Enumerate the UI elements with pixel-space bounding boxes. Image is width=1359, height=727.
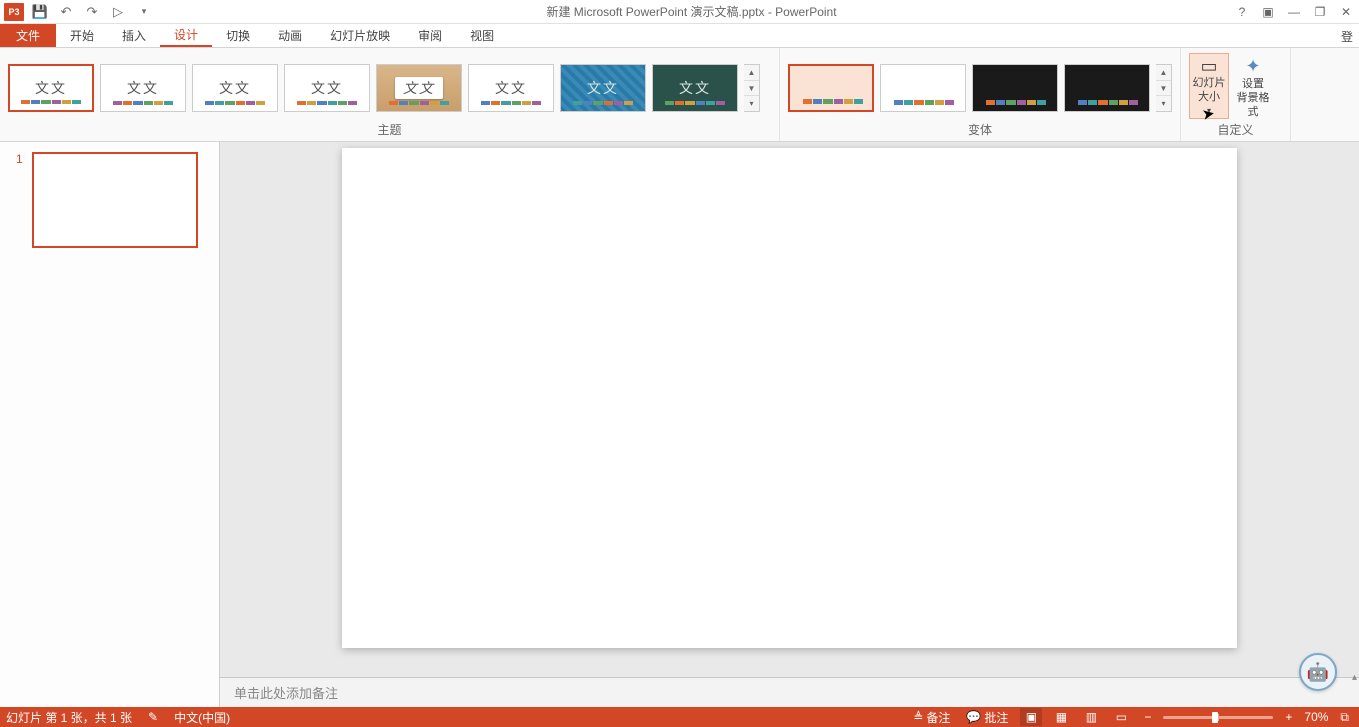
group-label-themes: 主题 (0, 121, 779, 141)
variants-gallery: ▲ ▼ ▾ (780, 48, 1180, 121)
group-themes: 文文 文文 文文 文文 文文 文文 文文 文文 ▲ ▼ ▾ 主题 (0, 48, 780, 141)
themes-gallery-scroller: ▲ ▼ ▾ (744, 64, 760, 112)
title-bar: P3 💾 ↶ ↷ ▷ ▾ 新建 Microsoft PowerPoint 演示文… (0, 0, 1359, 24)
normal-view-button[interactable]: ▣ (1020, 708, 1042, 726)
notes-toggle-button[interactable]: ≜备注 (909, 707, 954, 727)
ribbon-tabs: 文件 开始 插入 设计 切换 动画 幻灯片放映 审阅 视图 登 (0, 24, 1359, 48)
group-label-variants: 变体 (780, 121, 1180, 141)
sign-in-link[interactable]: 登 (1341, 28, 1353, 45)
variant-item[interactable] (972, 64, 1058, 112)
fit-to-window-button[interactable]: ⧉ (1336, 707, 1353, 727)
slide-number: 1 (16, 152, 26, 248)
language-status[interactable]: 中文(中国) (174, 709, 230, 726)
zoom-level[interactable]: 70% (1304, 710, 1328, 724)
format-background-button[interactable]: ✦ 设置 背景格式 (1233, 53, 1273, 119)
themes-gallery: 文文 文文 文文 文文 文文 文文 文文 文文 ▲ ▼ ▾ (0, 48, 779, 121)
slide-canvas-area[interactable] (220, 142, 1359, 677)
slide-canvas[interactable] (342, 148, 1237, 648)
gallery-expand[interactable]: ▾ (744, 95, 759, 110)
group-customize: ▭ 幻灯片 大小 ▾ ✦ 设置 背景格式 自定义 (1181, 48, 1291, 141)
start-slideshow-button[interactable]: ▷ (108, 2, 128, 22)
theme-item[interactable]: 文文 (100, 64, 186, 112)
variant-item[interactable] (880, 64, 966, 112)
tab-home[interactable]: 开始 (56, 24, 108, 47)
assistant-avatar[interactable]: 🤖 (1299, 653, 1337, 691)
format-background-label: 设置 背景格式 (1233, 77, 1273, 119)
slide-size-button[interactable]: ▭ 幻灯片 大小 ▾ (1189, 53, 1229, 119)
slide-size-label: 幻灯片 大小 (1193, 76, 1226, 104)
group-label-customize: 自定义 (1181, 121, 1290, 141)
gallery-scroll-down[interactable]: ▼ (1156, 80, 1171, 95)
notes-pane[interactable]: 单击此处添加备注 ▴ (220, 677, 1359, 707)
zoom-slider[interactable] (1163, 716, 1273, 719)
tab-design[interactable]: 设计 (160, 24, 212, 47)
window-controls: ? ▣ — ❐ ✕ (1229, 1, 1359, 23)
tab-view[interactable]: 视图 (456, 24, 508, 47)
tab-slideshow[interactable]: 幻灯片放映 (316, 24, 404, 47)
slide-thumbnail[interactable] (32, 152, 198, 248)
tab-review[interactable]: 审阅 (404, 24, 456, 47)
ribbon: 文文 文文 文文 文文 文文 文文 文文 文文 ▲ ▼ ▾ 主题 ▲ (0, 48, 1359, 142)
help-button[interactable]: ? (1229, 1, 1255, 23)
quick-access-toolbar: P3 💾 ↶ ↷ ▷ ▾ (0, 2, 154, 22)
app-icon: P3 (4, 3, 24, 21)
tab-file[interactable]: 文件 (0, 24, 56, 47)
slideshow-view-button[interactable]: ▭ (1110, 708, 1132, 726)
notes-icon: ≜ (913, 710, 923, 724)
slide-size-icon: ▭ (1198, 58, 1220, 74)
ribbon-display-options-button[interactable]: ▣ (1255, 1, 1281, 23)
restore-button[interactable]: ❐ (1307, 1, 1333, 23)
slide-thumbnail-item[interactable]: 1 (16, 152, 219, 248)
editor-area: 单击此处添加备注 ▴ (220, 142, 1359, 707)
theme-office[interactable]: 文文 (8, 64, 94, 112)
theme-item[interactable]: 文文 (284, 64, 370, 112)
save-button[interactable]: 💾 (30, 2, 50, 22)
undo-button[interactable]: ↶ (56, 2, 76, 22)
qat-more-button[interactable]: ▾ (134, 2, 154, 22)
gallery-expand[interactable]: ▾ (1156, 95, 1171, 110)
zoom-out-button[interactable]: − (1140, 707, 1155, 727)
comments-icon: 💬 (966, 710, 981, 724)
gallery-scroll-down[interactable]: ▼ (744, 80, 759, 95)
gallery-scroll-up[interactable]: ▲ (744, 65, 759, 80)
tab-transitions[interactable]: 切换 (212, 24, 264, 47)
slide-count-status: 幻灯片 第 1 张，共 1 张 (6, 709, 132, 726)
slide-thumbnail-panel[interactable]: 1 (0, 142, 220, 707)
reading-view-button[interactable]: ▥ (1080, 708, 1102, 726)
theme-item[interactable]: 文文 (376, 64, 462, 112)
status-bar: 幻灯片 第 1 张，共 1 张 ✎ 中文(中国) ≜备注 💬批注 ▣ ▦ ▥ ▭… (0, 707, 1359, 727)
gallery-scroll-up[interactable]: ▲ (1156, 65, 1171, 80)
theme-item[interactable]: 文文 (652, 64, 738, 112)
variant-item[interactable] (1064, 64, 1150, 112)
notes-resize-handle[interactable]: ▴ (1352, 672, 1357, 683)
workspace: 1 单击此处添加备注 ▴ (0, 142, 1359, 707)
assistant-face-icon: 🤖 (1307, 662, 1329, 683)
theme-item[interactable]: 文文 (560, 64, 646, 112)
group-variants: ▲ ▼ ▾ 变体 (780, 48, 1181, 141)
format-background-icon: ✦ (1242, 57, 1264, 75)
variants-gallery-scroller: ▲ ▼ ▾ (1156, 64, 1172, 112)
tab-insert[interactable]: 插入 (108, 24, 160, 47)
notes-placeholder: 单击此处添加备注 (234, 683, 338, 702)
zoom-slider-thumb[interactable] (1212, 712, 1218, 723)
close-button[interactable]: ✕ (1333, 1, 1359, 23)
theme-item[interactable]: 文文 (468, 64, 554, 112)
theme-sample-text: 文文 (35, 78, 67, 98)
spellcheck-status[interactable]: ✎ (144, 707, 162, 727)
chevron-down-icon: ▾ (1207, 104, 1211, 118)
zoom-in-button[interactable]: + (1281, 707, 1296, 727)
window-title: 新建 Microsoft PowerPoint 演示文稿.pptx - Powe… (154, 3, 1229, 20)
comments-toggle-button[interactable]: 💬批注 (962, 707, 1012, 727)
minimize-button[interactable]: — (1281, 1, 1307, 23)
redo-button[interactable]: ↷ (82, 2, 102, 22)
tab-animations[interactable]: 动画 (264, 24, 316, 47)
slide-sorter-view-button[interactable]: ▦ (1050, 708, 1072, 726)
variant-item[interactable] (788, 64, 874, 112)
theme-item[interactable]: 文文 (192, 64, 278, 112)
